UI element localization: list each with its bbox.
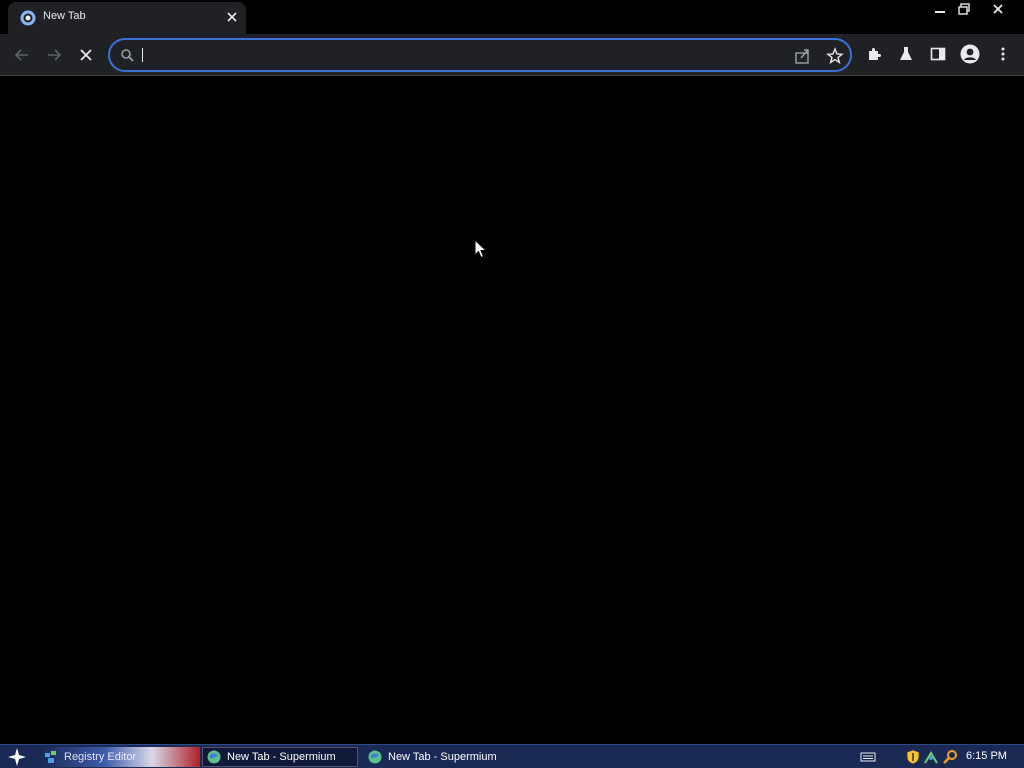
- side-panel-icon: [930, 47, 946, 61]
- taskbar-clock[interactable]: 6:15 PM: [966, 750, 1007, 762]
- search-icon[interactable]: [942, 749, 958, 765]
- arrow-right-icon: [48, 49, 62, 61]
- share-icon[interactable]: [794, 47, 812, 65]
- start-button[interactable]: [4, 747, 30, 767]
- tab-title: New Tab: [43, 10, 86, 22]
- arrow-left-icon: [14, 49, 28, 61]
- flask-icon: [900, 47, 912, 60]
- back-button[interactable]: [10, 43, 34, 67]
- stop-loading-button[interactable]: [74, 43, 98, 67]
- extensions-button[interactable]: [864, 44, 884, 64]
- minimize-button[interactable]: [929, 0, 951, 18]
- keyboard-icon[interactable]: [860, 749, 876, 765]
- side-panel-button[interactable]: [928, 44, 948, 64]
- browser-toolbar: [0, 34, 1024, 76]
- profile-button[interactable]: [960, 44, 980, 64]
- star-logo-icon: [8, 748, 26, 766]
- minimize-icon: [935, 11, 945, 13]
- address-input[interactable]: [140, 44, 740, 66]
- taskbar-item-label: New Tab - Supermium: [227, 751, 336, 763]
- close-icon: [80, 49, 92, 61]
- tab-strip: New Tab: [0, 0, 1024, 34]
- tab-new-tab[interactable]: New Tab: [8, 2, 246, 34]
- browser-window: New Tab: [0, 0, 1024, 744]
- taskbar-item-supermium-1[interactable]: New Tab - Supermium: [202, 747, 358, 767]
- registry-editor-icon: [45, 751, 56, 763]
- close-window-button[interactable]: [987, 0, 1009, 18]
- shield-icon[interactable]: [905, 749, 921, 765]
- close-icon: [993, 4, 1003, 14]
- supermium-logo-icon: [207, 750, 221, 764]
- menu-button[interactable]: [993, 44, 1013, 64]
- text-caret: [142, 48, 143, 62]
- star-icon[interactable]: [826, 47, 844, 65]
- taskbar: Registry Editor New Tab - Supermium New …: [0, 744, 1024, 768]
- mouse-cursor-icon: [474, 239, 488, 259]
- labs-button[interactable]: [896, 44, 916, 64]
- kebab-menu-icon: [1001, 47, 1005, 61]
- puzzle-icon: [869, 48, 881, 60]
- taskbar-item-supermium-2[interactable]: New Tab - Supermium: [364, 747, 514, 767]
- taskbar-item-label: Registry Editor: [64, 751, 137, 763]
- taskbar-item-registry-editor[interactable]: Registry Editor: [40, 747, 200, 767]
- address-bar[interactable]: [108, 38, 852, 72]
- close-icon: [227, 12, 237, 22]
- page-content[interactable]: [0, 77, 1024, 744]
- tab-close-button[interactable]: [224, 8, 240, 26]
- search-icon: [121, 49, 134, 62]
- browser-logo-icon: [20, 10, 36, 26]
- restore-button[interactable]: [953, 0, 975, 18]
- forward-button[interactable]: [42, 43, 66, 67]
- restore-icon: [958, 3, 970, 15]
- network-icon[interactable]: [923, 749, 939, 765]
- avatar-icon: [960, 44, 980, 64]
- supermium-logo-icon: [368, 750, 382, 764]
- taskbar-item-label: New Tab - Supermium: [388, 751, 497, 763]
